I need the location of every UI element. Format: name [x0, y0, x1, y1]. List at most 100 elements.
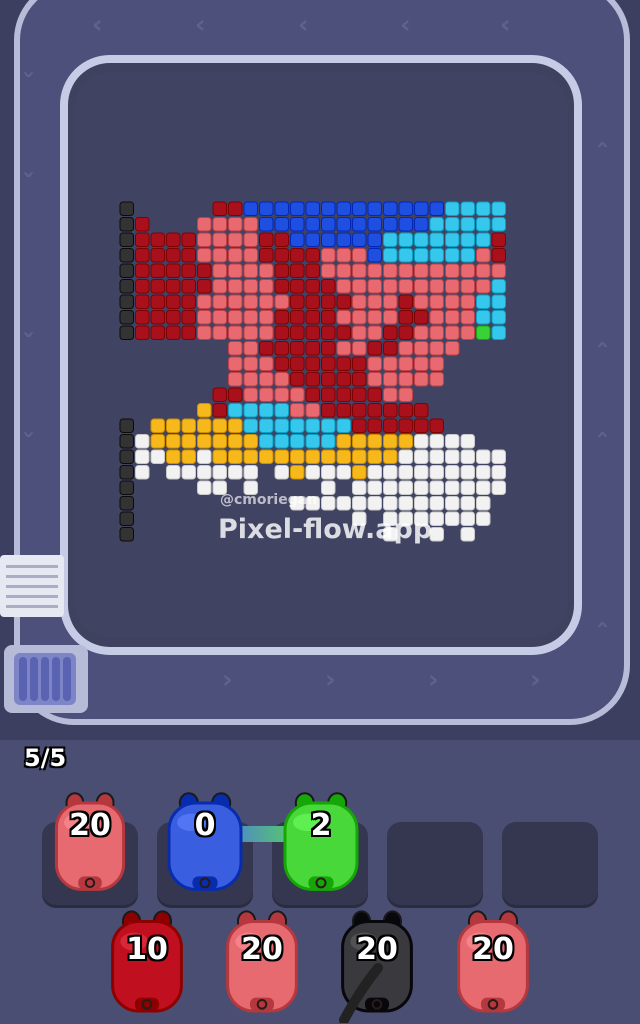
pixel	[352, 232, 367, 247]
pixel	[398, 480, 413, 495]
pixel	[476, 217, 491, 232]
pixel	[429, 325, 444, 340]
pixel	[150, 418, 165, 433]
pixel	[383, 232, 398, 247]
pixel	[367, 201, 382, 216]
pixel	[290, 279, 305, 294]
pixel	[228, 263, 243, 278]
pixel	[383, 480, 398, 495]
pixel	[336, 263, 351, 278]
pixel	[290, 310, 305, 325]
pixel	[445, 465, 460, 480]
pixel	[274, 310, 289, 325]
pixel	[228, 217, 243, 232]
pixel	[228, 449, 243, 464]
pixel	[212, 248, 227, 263]
pixel	[212, 449, 227, 464]
pixel	[150, 325, 165, 340]
pixel	[135, 294, 150, 309]
pixel	[414, 310, 429, 325]
pixel	[228, 325, 243, 340]
pixel	[150, 310, 165, 325]
pixel	[367, 465, 382, 480]
pixel	[352, 325, 367, 340]
pixel	[135, 310, 150, 325]
conveyor-feeder[interactable]	[4, 645, 88, 713]
pixel	[274, 217, 289, 232]
pixel	[476, 449, 491, 464]
pixel	[352, 294, 367, 309]
pixel	[259, 263, 274, 278]
pixel	[491, 480, 506, 495]
pig-shooter-blue[interactable]: 0	[160, 790, 250, 898]
pixel	[491, 201, 506, 216]
pixel	[243, 372, 258, 387]
shooter-slot[interactable]	[502, 822, 598, 908]
pig-shooter-icon	[167, 792, 243, 891]
pixel	[429, 356, 444, 371]
stack-line	[6, 605, 58, 608]
pixel	[290, 372, 305, 387]
pixel	[336, 201, 351, 216]
pixel	[336, 248, 351, 263]
pixel	[367, 372, 382, 387]
pixel	[243, 263, 258, 278]
pixel	[336, 310, 351, 325]
pixel	[197, 279, 212, 294]
pixel	[212, 232, 227, 247]
pixel	[290, 341, 305, 356]
pixel	[321, 356, 336, 371]
pixel	[290, 356, 305, 371]
pixel	[212, 403, 227, 418]
pixel	[352, 434, 367, 449]
pixel	[429, 294, 444, 309]
pixel	[290, 449, 305, 464]
pixel	[476, 511, 491, 526]
pixel	[367, 263, 382, 278]
pixel	[290, 418, 305, 433]
pixel	[212, 279, 227, 294]
pixel	[336, 418, 351, 433]
pixel	[150, 434, 165, 449]
pixel	[321, 403, 336, 418]
pixel	[460, 480, 475, 495]
pixel	[445, 496, 460, 511]
watermark-handle: @cmoriegan	[220, 492, 318, 508]
pixel	[460, 248, 475, 263]
pixel	[228, 232, 243, 247]
pixel	[476, 480, 491, 495]
pixel	[367, 279, 382, 294]
pixel	[274, 201, 289, 216]
pixel	[398, 356, 413, 371]
queue-pig-dark-red[interactable]: 10	[104, 908, 190, 1020]
pixel	[135, 248, 150, 263]
pixel	[305, 341, 320, 356]
pixel	[414, 434, 429, 449]
pixel	[476, 310, 491, 325]
pixel	[290, 201, 305, 216]
pixel	[243, 434, 258, 449]
pixel	[212, 418, 227, 433]
pixel	[290, 294, 305, 309]
pixel	[274, 356, 289, 371]
pixel	[181, 248, 196, 263]
pixel	[414, 263, 429, 278]
stack-line	[6, 595, 58, 598]
pig-shooter-salmon[interactable]: 20	[48, 790, 132, 898]
pixel	[367, 434, 382, 449]
pixel	[135, 263, 150, 278]
queue-pig-salmon[interactable]: 20	[450, 908, 536, 1020]
pixel	[460, 325, 475, 340]
pixel	[476, 248, 491, 263]
pixel	[259, 325, 274, 340]
pig-count: 20	[472, 932, 514, 967]
pixel	[429, 201, 444, 216]
pig-shooter-green[interactable]: 2	[276, 790, 366, 898]
pixel	[445, 434, 460, 449]
pixel	[321, 480, 336, 495]
pixel	[367, 248, 382, 263]
pixel	[135, 449, 150, 464]
queue-pig-salmon[interactable]: 20	[219, 908, 305, 1020]
shooter-slot[interactable]	[387, 822, 483, 908]
pig-count: 20	[241, 932, 283, 967]
